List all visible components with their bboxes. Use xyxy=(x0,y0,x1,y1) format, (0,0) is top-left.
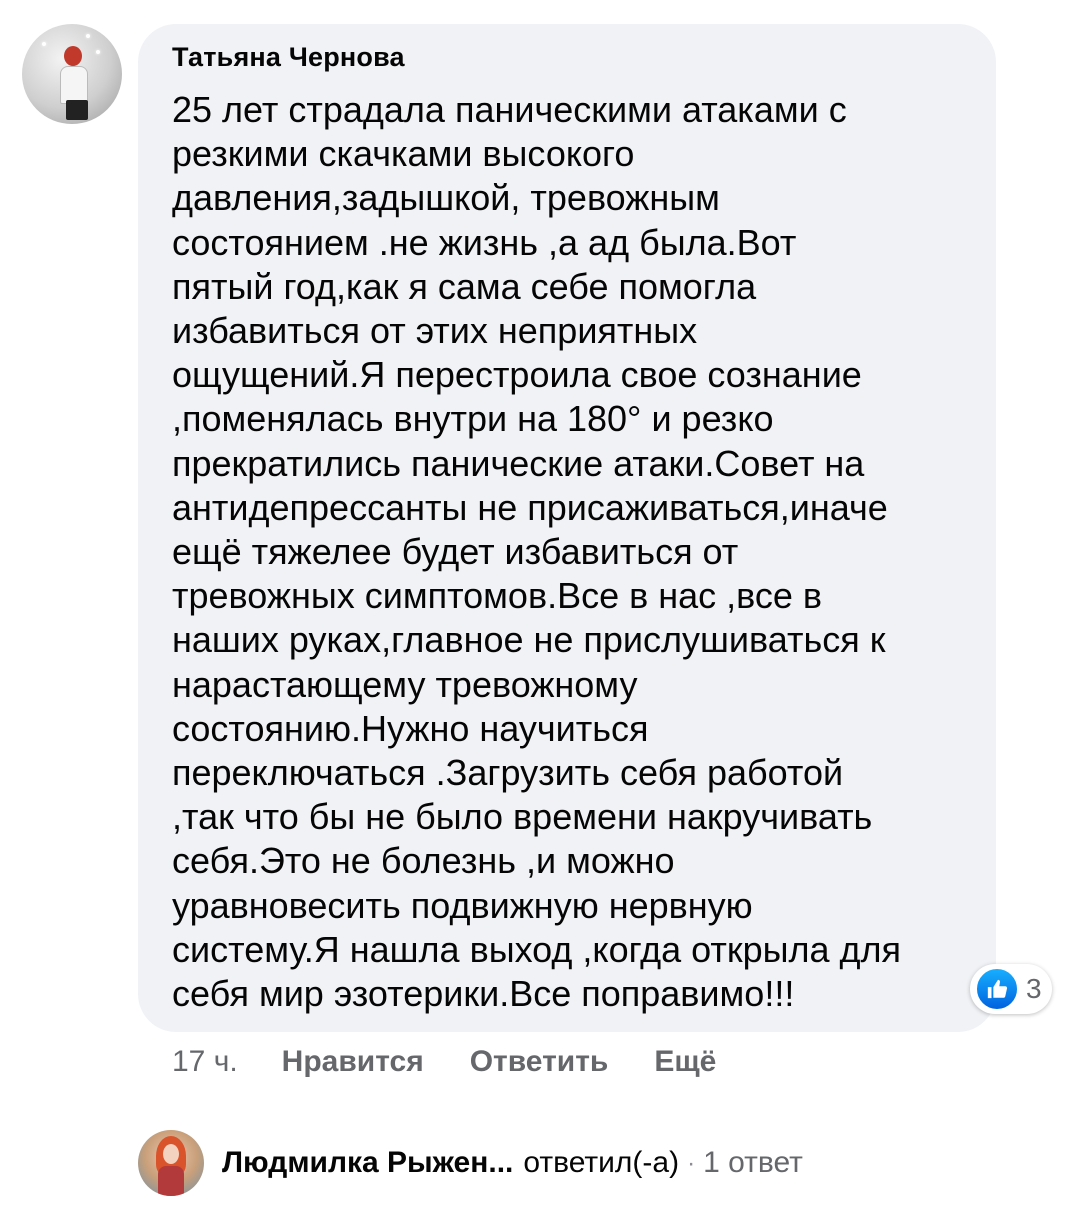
avatar-figure-legs xyxy=(66,100,88,120)
comment-text-line: состоянию.Нужно научиться xyxy=(172,707,649,749)
comment-thread: Татьяна Чернова 25 лет страдала паническ… xyxy=(0,0,1080,1213)
comment-actions: 17 ч. Нравится Ответить Ещё xyxy=(172,1044,762,1080)
more-button[interactable]: Ещё xyxy=(654,1045,716,1079)
comment-text-line: пятый год,как я сама себе помогла xyxy=(172,265,757,307)
comment-timestamp[interactable]: 17 ч. xyxy=(172,1045,238,1079)
reaction-count: 3 xyxy=(1026,973,1042,1004)
like-icon xyxy=(975,967,1019,1011)
avatar-sparkle xyxy=(86,34,90,38)
comment-text-line: антидепрессанты не присаживаться,иначе xyxy=(172,486,888,528)
avatar-dress xyxy=(158,1166,184,1196)
comment-text-line: 25 лет страдала паническими атаками с xyxy=(172,89,847,130)
comment-text-line: уравновесить подвижную нервную xyxy=(172,884,753,926)
comment-text-line: состоянием .не жизнь ,а ад была.Вот xyxy=(172,221,797,263)
comment-author-name[interactable]: Татьяна Чернова xyxy=(172,42,405,73)
reply-author-name[interactable]: Людмилка Рыжен... xyxy=(222,1146,513,1179)
avatar-face xyxy=(163,1144,179,1164)
comment-body: 25 лет страдала паническими атаками с рез… xyxy=(172,88,972,1016)
reply-summary-row[interactable]: Людмилка Рыжен... ответил(-а) · 1 ответ xyxy=(138,1130,803,1196)
comment-text-line: прекратились панические атаки.Совет на xyxy=(172,442,865,484)
comment-text-line: переключаться .Загрузить себя работой xyxy=(172,752,844,794)
avatar-figure-body xyxy=(60,66,88,104)
comment-text-line: себя.Это не болезнь ,и можно xyxy=(172,840,675,882)
reply-button[interactable]: Ответить xyxy=(470,1045,609,1079)
comment-text-line: нарастающему тревожному xyxy=(172,663,638,705)
author-avatar[interactable] xyxy=(22,24,122,124)
reply-verb: ответил(-а) xyxy=(523,1146,680,1179)
comment-text-line: ощущений.Я перестроила свое сознание xyxy=(172,354,862,396)
reply-summary-text[interactable]: Людмилка Рыжен... ответил(-а) · 1 ответ xyxy=(222,1146,803,1180)
avatar-sparkle xyxy=(96,50,100,54)
comment-text-line: наших руках,главное не прислушиваться к xyxy=(172,619,886,661)
comment-text-line: ,так что бы не было времени накручивать xyxy=(172,796,873,838)
avatar-figure-head xyxy=(64,46,82,66)
comment-text-line: давления,задышкой, тревожным xyxy=(172,177,720,219)
comment-text-line: себя мир эзотерики.Все поправимо!!! xyxy=(172,973,795,1015)
comment-text-line: резкими скачками высокого xyxy=(172,133,635,175)
comment-text-line: ещё тяжелее будет избавиться от xyxy=(172,531,739,573)
avatar-sparkle xyxy=(42,42,46,46)
reply-separator: · xyxy=(687,1150,696,1178)
reply-author-avatar[interactable] xyxy=(138,1130,204,1196)
comment-text-line: систему.Я нашла выход ,когда открыла для xyxy=(172,928,902,970)
like-button[interactable]: Нравится xyxy=(282,1045,424,1079)
comment-text-line: избавиться от этих неприятных xyxy=(172,310,698,352)
comment-text-line: тревожных симптомов.Все в нас ,все в xyxy=(172,575,823,617)
reply-count[interactable]: 1 ответ xyxy=(703,1146,803,1179)
comment-text-line: ,поменялась внутри на 180° и резко xyxy=(172,398,774,440)
reaction-summary[interactable]: 3 xyxy=(970,964,1052,1014)
